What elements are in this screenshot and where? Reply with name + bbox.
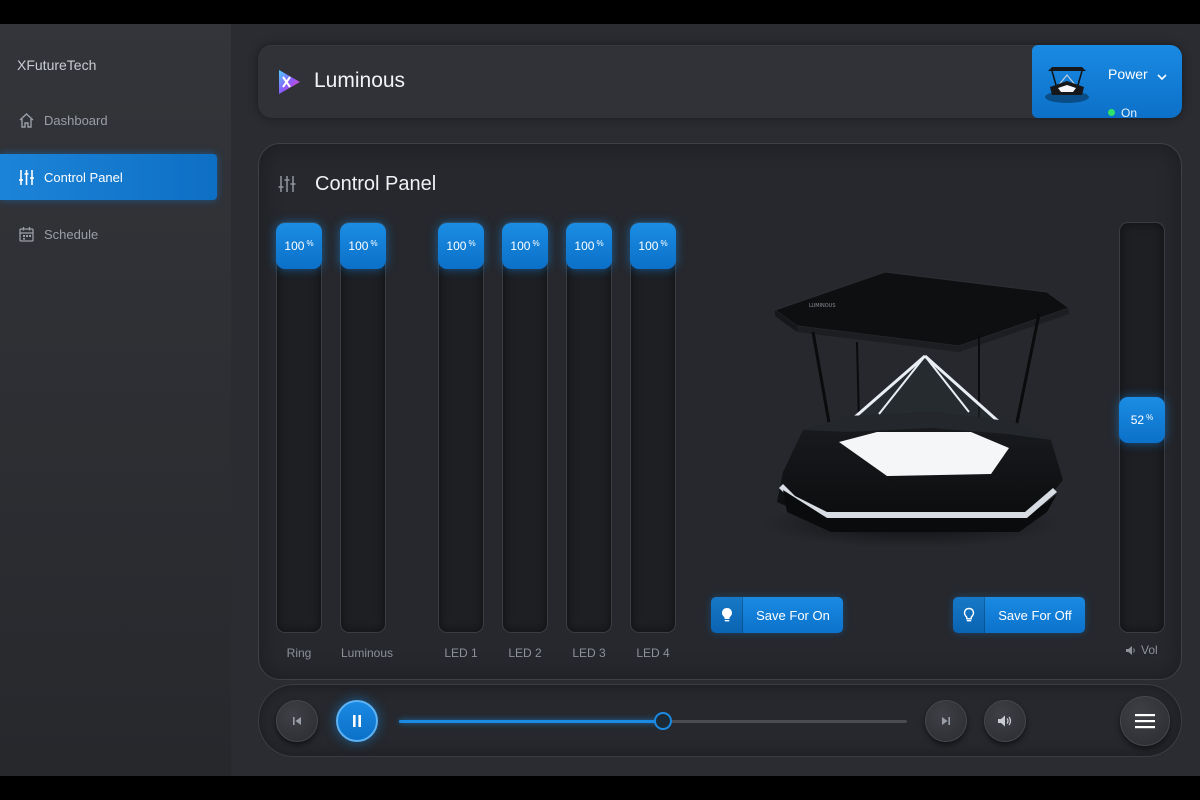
slider-handle[interactable]: 100% <box>502 223 548 269</box>
skip-back-icon <box>291 715 303 727</box>
slider-led-4[interactable]: 100% <box>630 222 676 633</box>
slider-unit: % <box>370 239 378 248</box>
panel-title: Control Panel <box>315 173 437 195</box>
sidebar-item-schedule[interactable]: Schedule <box>0 211 217 257</box>
slider-value: 100 <box>284 239 305 253</box>
volume-text: Vol <box>1141 643 1158 657</box>
slider-unit: % <box>596 239 604 248</box>
sidebar: XFutureTech Dashboard Control Panel Sche… <box>0 24 231 776</box>
save-for-on-button[interactable]: Save For On <box>711 597 843 633</box>
save-for-off-button[interactable]: Save For Off <box>953 597 1085 633</box>
slider-value: 100 <box>638 239 659 253</box>
slider-unit: % <box>306 239 314 248</box>
app-window: XFutureTech Dashboard Control Panel Sche… <box>0 24 1200 776</box>
sidebar-item-dashboard[interactable]: Dashboard <box>0 97 217 143</box>
volume-button[interactable] <box>984 700 1026 742</box>
playback-bar <box>258 684 1182 757</box>
slider-handle[interactable]: 100% <box>566 223 612 269</box>
sidebar-item-control-panel[interactable]: Control Panel <box>0 154 217 200</box>
sliders-icon <box>18 169 35 186</box>
slider-unit: % <box>532 239 540 248</box>
volume-handle[interactable]: 52% <box>1119 397 1165 444</box>
slider-value: 100 <box>574 239 595 253</box>
speaker-icon <box>1125 645 1137 656</box>
progress-fill <box>399 720 664 723</box>
slider-handle[interactable]: 100% <box>438 223 484 269</box>
app-logo-icon <box>276 68 302 96</box>
control-panel-card: Control Panel 100% Ring 100% Luminous 10… <box>258 143 1182 680</box>
power-status: On <box>1121 106 1138 120</box>
power-label: Power <box>1108 66 1148 82</box>
volume-value: 52 <box>1130 413 1145 428</box>
chevron-down-icon <box>1157 68 1167 86</box>
power-dropdown[interactable]: Power On <box>1032 45 1182 120</box>
sidebar-item-label: Control Panel <box>44 169 123 185</box>
slider-unit: % <box>468 239 476 248</box>
volume-unit: % <box>1146 413 1154 423</box>
slider-luminous[interactable]: 100% <box>340 222 386 633</box>
hamburger-menu-icon <box>1135 713 1155 729</box>
sliders-icon <box>277 174 297 199</box>
save-for-on-label: Save For On <box>756 607 830 623</box>
slider-value: 100 <box>446 239 467 253</box>
next-button[interactable] <box>925 700 967 742</box>
pause-icon <box>351 714 363 728</box>
lightbulb-icon <box>711 597 743 633</box>
speaker-icon <box>997 714 1013 728</box>
slider-label: Luminous <box>340 646 394 660</box>
slider-handle[interactable]: 100% <box>276 223 322 269</box>
pause-button[interactable] <box>336 700 378 742</box>
slider-unit: % <box>660 239 668 248</box>
sidebar-item-label: Dashboard <box>44 112 108 128</box>
slider-value: 100 <box>348 239 369 253</box>
skip-forward-icon <box>940 715 952 727</box>
power-status-dot <box>1108 109 1115 116</box>
app-title: Luminous <box>314 69 406 92</box>
device-thumbnail <box>1042 57 1092 105</box>
slider-label: LED 4 <box>636 646 670 660</box>
previous-button[interactable] <box>276 700 318 742</box>
menu-button[interactable] <box>1120 696 1170 746</box>
brand-name: XFutureTech <box>17 57 97 73</box>
slider-value: 100 <box>510 239 531 253</box>
slider-led-2[interactable]: 100% <box>502 222 548 633</box>
progress-handle[interactable] <box>654 712 673 730</box>
slider-led-3[interactable]: 100% <box>566 222 612 633</box>
lightbulb-outline-icon <box>953 597 985 633</box>
device-illustration: LUMINOUS <box>747 262 1075 552</box>
calendar-icon <box>18 226 35 243</box>
slider-volume[interactable]: 52% <box>1119 222 1165 633</box>
save-for-off-label: Save For Off <box>998 607 1072 623</box>
svg-text:LUMINOUS: LUMINOUS <box>809 303 836 309</box>
slider-handle[interactable]: 100% <box>630 223 676 269</box>
volume-label: Vol <box>1125 643 1158 657</box>
home-icon <box>18 112 35 129</box>
slider-ring[interactable]: 100% <box>276 222 322 633</box>
sidebar-item-label: Schedule <box>44 226 99 242</box>
slider-led-1[interactable]: 100% <box>438 222 484 633</box>
progress-track[interactable] <box>399 712 907 730</box>
slider-handle[interactable]: 100% <box>340 223 386 269</box>
top-header: Luminous Power On <box>258 45 1182 120</box>
